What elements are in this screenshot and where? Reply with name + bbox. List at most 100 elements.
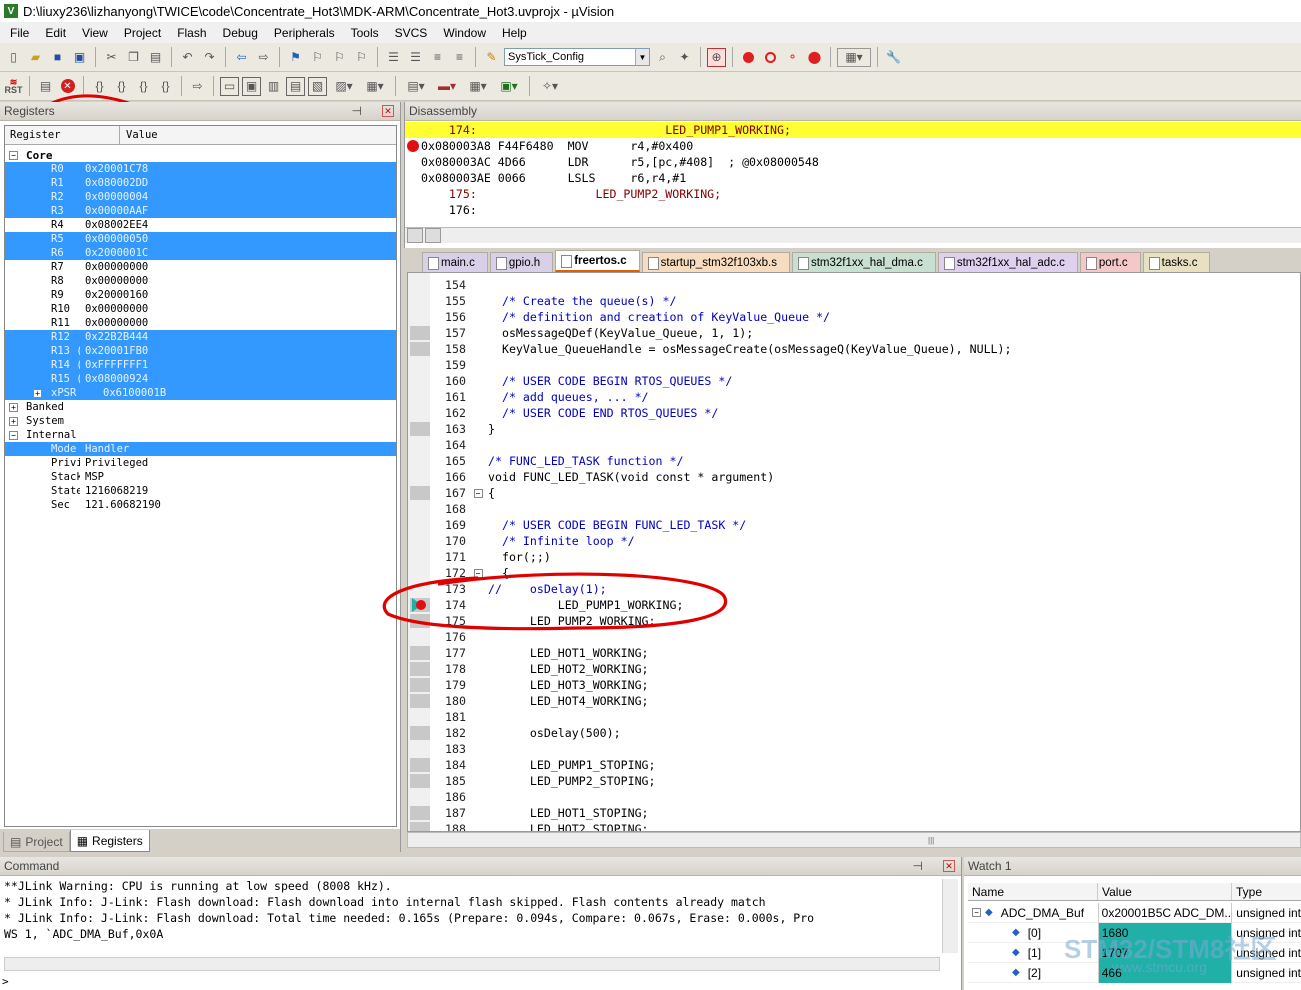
register-value[interactable]: 0x00000004 <box>80 191 148 203</box>
code-line[interactable]: 162 /* USER CODE END RTOS_QUEUES */ <box>408 405 1298 421</box>
code-line[interactable]: 164 <box>408 437 1298 453</box>
cut-icon[interactable]: ✂ <box>102 48 121 67</box>
register-value[interactable]: 0x08000924 <box>80 373 148 385</box>
command-prompt[interactable]: > <box>2 975 9 988</box>
code-line[interactable]: 183 <box>408 741 1298 757</box>
register-row[interactable]: R7 0x00000000 <box>5 260 396 274</box>
code-line[interactable]: 169 /* USER CODE BEGIN FUNC_LED_TASK */ <box>408 517 1298 533</box>
watch-value-header[interactable]: Value <box>1098 883 1232 900</box>
code-line[interactable]: 177 LED_HOT1_WORKING; <box>408 645 1298 661</box>
disassembly-line[interactable]: 174: LED_PUMP1_WORKING; <box>405 122 1301 138</box>
registers-window-icon[interactable]: ▤ <box>286 76 305 96</box>
save-icon[interactable]: ■ <box>48 48 67 67</box>
register-value[interactable]: 0x6100001B <box>98 387 166 399</box>
run-to-cursor-icon[interactable]: {} <box>156 77 175 96</box>
code-line[interactable]: 182 osDelay(500); <box>408 725 1298 741</box>
register-value[interactable]: 0x00000000 <box>80 303 148 315</box>
register-value[interactable]: 0x00000000 <box>80 317 148 329</box>
menu-item-peripherals[interactable]: Peripherals <box>266 26 343 40</box>
register-value[interactable]: 0x080002DD <box>80 177 148 189</box>
paste-icon[interactable]: ▤ <box>146 48 165 67</box>
code-line[interactable]: 181 <box>408 709 1298 725</box>
tab-port-c[interactable]: port.c <box>1079 252 1141 272</box>
nav-back-icon[interactable]: ⇦ <box>232 48 251 67</box>
watch-name-header[interactable]: Name <box>968 883 1098 900</box>
code-editor[interactable]: 154 155 /* Create the queue(s) */156 /* d… <box>407 272 1301 832</box>
register-value[interactable]: Privileged <box>80 457 148 469</box>
show-next-statement-icon[interactable]: ⇨ <box>188 77 207 96</box>
register-value[interactable]: 0x00000050 <box>80 233 148 245</box>
core-group[interactable]: − Core <box>5 148 396 162</box>
register-value[interactable]: Handler <box>80 443 129 455</box>
find-in-files-icon[interactable]: ✎ <box>482 48 501 67</box>
disassembly-line[interactable]: 0x080003A8 F44F6480 MOV r4,#0x400 <box>405 138 1301 154</box>
code-line[interactable]: 154 <box>408 277 1298 293</box>
disassembly-hscrollbar[interactable] <box>405 227 1301 243</box>
redo-icon[interactable]: ↷ <box>200 48 219 67</box>
disassembly-line[interactable]: 175: LED_PUMP2_WORKING; <box>405 186 1301 202</box>
undo-icon[interactable]: ↶ <box>178 48 197 67</box>
code-line[interactable]: 186 <box>408 789 1298 805</box>
code-line[interactable]: 180 LED_HOT4_WORKING; <box>408 693 1298 709</box>
register-row[interactable]: R14 (LR)0xFFFFFFF1 <box>5 358 396 372</box>
system-group[interactable]: + System <box>5 414 396 428</box>
comment-icon[interactable]: ≡ <box>428 48 447 67</box>
code-line[interactable]: 158 KeyValue_QueueHandle = osMessageCrea… <box>408 341 1298 357</box>
code-line[interactable]: 167−{ <box>408 485 1298 501</box>
trace-window-icon[interactable]: ▦▾ <box>464 77 492 96</box>
copy-icon[interactable]: ❐ <box>124 48 143 67</box>
scroll-grip-icon[interactable]: ||| <box>928 836 934 845</box>
symbols-window-icon[interactable]: ▥ <box>264 77 283 96</box>
code-line[interactable]: 184 LED_PUMP1_STOPING; <box>408 757 1298 773</box>
code-line[interactable]: 165 /* FUNC_LED_TASK function */ <box>408 453 1298 469</box>
save-all-icon[interactable]: ▣ <box>70 48 89 67</box>
tab-stm32f1xx-hal-dma-c[interactable]: stm32f1xx_hal_dma.c <box>791 252 936 272</box>
expand-icon[interactable]: + <box>33 388 42 398</box>
register-row[interactable]: Stack MSP <box>5 470 396 484</box>
incremental-find-icon[interactable]: ✦ <box>675 48 694 67</box>
menu-item-view[interactable]: View <box>74 26 116 40</box>
menu-item-help[interactable]: Help <box>494 26 535 40</box>
register-row[interactable]: Mode Handler <box>5 442 396 456</box>
pin-icon[interactable]: ⊣ <box>352 104 362 118</box>
command-vscrollbar[interactable] <box>942 879 958 953</box>
register-value[interactable]: 0x20000160 <box>80 289 148 301</box>
bookmark-icon[interactable]: ⚑ <box>286 48 305 67</box>
tab-project[interactable]: ▤ Project <box>3 832 70 852</box>
indent-icon[interactable]: ☰ <box>384 48 403 67</box>
code-line[interactable]: 171 for(;;) <box>408 549 1298 565</box>
command-hscrollbar[interactable] <box>4 957 940 971</box>
menu-item-edit[interactable]: Edit <box>37 26 74 40</box>
register-row[interactable]: R13 (SP)0x20001FB0 <box>5 344 396 358</box>
register-row[interactable]: R8 0x00000000 <box>5 274 396 288</box>
tab-freertos-c[interactable]: freertos.c <box>555 250 640 272</box>
close-icon[interactable]: ✕ <box>382 105 394 117</box>
call-stack-window-icon[interactable]: ▧ <box>308 76 327 96</box>
register-row[interactable]: R11 0x00000000 <box>5 316 396 330</box>
collapse-icon[interactable]: − <box>972 908 981 917</box>
menu-item-tools[interactable]: Tools <box>343 26 387 40</box>
editor-hscrollbar[interactable]: ||| <box>407 832 1301 848</box>
tab-registers[interactable]: ▦ Registers <box>69 830 150 852</box>
bookmark-prev-icon[interactable]: ⚐ <box>308 48 327 67</box>
tab-stm32f1xx-hal-adc-c[interactable]: stm32f1xx_hal_adc.c <box>937 252 1078 272</box>
menu-item-flash[interactable]: Flash <box>169 26 214 40</box>
register-value[interactable]: 0x00000AAF <box>80 205 148 217</box>
register-row[interactable]: + xPSR 0x6100001B <box>5 386 396 400</box>
debug-session-icon[interactable]: ⊕ <box>707 47 726 67</box>
menu-item-debug[interactable]: Debug <box>215 26 266 40</box>
register-row[interactable]: R9 0x20000160 <box>5 288 396 302</box>
register-value[interactable]: 0x22B2B444 <box>80 331 148 343</box>
code-line[interactable]: 159 <box>408 357 1298 373</box>
register-row[interactable]: R10 0x00000000 <box>5 302 396 316</box>
register-value[interactable]: 1216068219 <box>80 485 148 497</box>
unindent-icon[interactable]: ☰ <box>406 48 425 67</box>
menu-item-svcs[interactable]: SVCS <box>387 26 436 40</box>
tab-tasks-c[interactable]: tasks.c <box>1142 252 1211 272</box>
banked-group[interactable]: + Banked <box>5 400 396 414</box>
register-row[interactable]: R4 0x08002EE4 <box>5 218 396 232</box>
register-row[interactable]: States1216068219 <box>5 484 396 498</box>
menu-item-file[interactable]: File <box>2 26 37 40</box>
menu-item-project[interactable]: Project <box>116 26 169 40</box>
chevron-down-icon[interactable]: ▼ <box>635 49 649 65</box>
